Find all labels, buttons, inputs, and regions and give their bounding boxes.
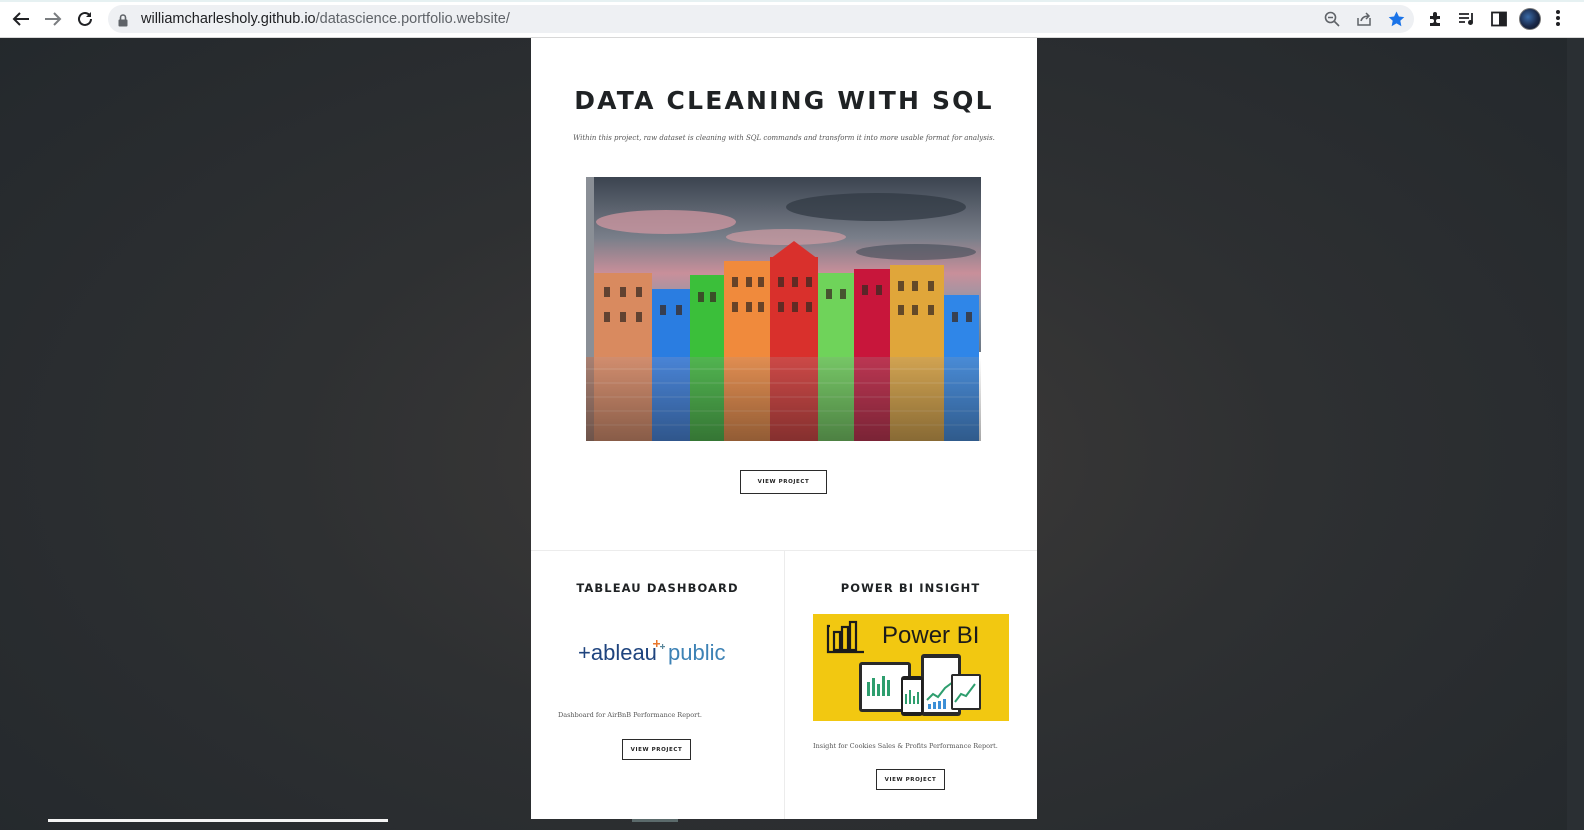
- status-strip: [48, 819, 388, 822]
- bookmark-star-icon[interactable]: [1387, 11, 1405, 27]
- colorful-houses-image: [586, 177, 981, 441]
- svg-text:Power BI: Power BI: [882, 622, 979, 649]
- zoom-icon[interactable]: [1323, 11, 1341, 27]
- url-path: /datascience.portfolio.website/: [315, 11, 510, 27]
- tableau-card-title: TABLEAU DASHBOARD: [576, 581, 739, 595]
- power-bi-image: Power BI: [813, 614, 1009, 721]
- profile-avatar[interactable]: [1519, 8, 1541, 30]
- reload-icon[interactable]: [74, 9, 96, 29]
- extensions-icon[interactable]: [1426, 10, 1444, 28]
- tableau-public-logo: +ableau public: [576, 635, 736, 669]
- page-edge: [1567, 38, 1584, 830]
- url-text[interactable]: williamcharlesholy.github.io/datascience…: [141, 11, 510, 27]
- view-project-button[interactable]: VIEW PROJECT: [740, 470, 827, 494]
- lock-icon[interactable]: [118, 12, 128, 31]
- portfolio-panel: DATA CLEANING WITH SQL Within this proje…: [531, 38, 1037, 819]
- tab-strip-edge: [0, 0, 1584, 2]
- project-title: DATA CLEANING WITH SQL: [574, 86, 994, 115]
- project-description: Within this project, raw dataset is clea…: [573, 134, 995, 142]
- side-panel-icon[interactable]: [1490, 10, 1508, 28]
- powerbi-card-title: POWER BI INSIGHT: [840, 581, 981, 595]
- forward-arrow-icon[interactable]: [42, 9, 64, 29]
- status-strip-accent: [632, 819, 678, 822]
- back-arrow-icon[interactable]: [10, 9, 32, 29]
- svg-text:+ableau: +ableau: [578, 640, 657, 665]
- svg-text:public: public: [668, 640, 725, 665]
- address-bar[interactable]: williamcharlesholy.github.io/datascience…: [108, 5, 1414, 33]
- share-icon[interactable]: [1355, 11, 1373, 27]
- tableau-view-project-button[interactable]: VIEW PROJECT: [622, 739, 691, 760]
- url-host: williamcharlesholy.github.io: [141, 11, 316, 27]
- powerbi-view-project-button[interactable]: VIEW PROJECT: [876, 769, 945, 790]
- tableau-card-description: Dashboard for AirBnB Performance Report.: [558, 711, 702, 719]
- media-controls-icon[interactable]: [1458, 10, 1476, 28]
- more-menu-icon[interactable]: [1555, 10, 1561, 28]
- powerbi-card-description: Insight for Cookies Sales & Profits Perf…: [813, 742, 998, 750]
- browser-toolbar: williamcharlesholy.github.io/datascience…: [0, 0, 1584, 38]
